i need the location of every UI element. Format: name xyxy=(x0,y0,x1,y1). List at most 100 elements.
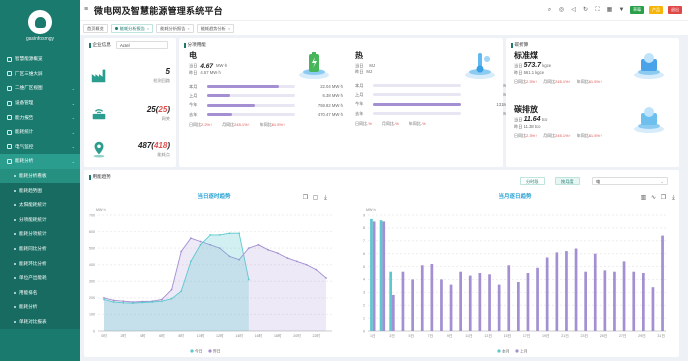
data-point[interactable] xyxy=(238,232,241,235)
legend-swatch[interactable] xyxy=(515,349,519,353)
legend-swatch[interactable] xyxy=(497,349,501,353)
data-point[interactable] xyxy=(325,277,327,279)
data-point[interactable] xyxy=(170,288,173,291)
data-point[interactable] xyxy=(112,299,115,302)
bar-上月[interactable] xyxy=(440,279,443,331)
enterprise-select[interactable]: Acrel xyxy=(116,41,168,49)
tab-3[interactable]: 能耗趋势分析 × xyxy=(196,23,235,33)
data-point[interactable] xyxy=(112,301,115,303)
bar-本月[interactable] xyxy=(389,271,392,331)
data-point[interactable] xyxy=(180,250,183,253)
sidebar-subitem[interactable]: 能耗分析 xyxy=(0,300,80,315)
data-point[interactable] xyxy=(132,302,134,305)
data-point[interactable] xyxy=(161,300,163,303)
data-point[interactable] xyxy=(103,298,105,301)
legend-swatch[interactable] xyxy=(190,349,194,353)
data-point[interactable] xyxy=(315,268,318,271)
sidebar-subitem[interactable]: 能耗分项统计 xyxy=(0,227,80,242)
fullscreen-icon[interactable]: ⛶ xyxy=(594,7,601,14)
search-icon[interactable]: ⌕ xyxy=(546,7,553,14)
refresh-icon[interactable]: ↻ xyxy=(582,7,589,14)
bar-上月[interactable] xyxy=(661,235,664,331)
sidebar-subitem[interactable]: 单耗对比报表 xyxy=(0,314,80,330)
data-point[interactable] xyxy=(267,248,269,251)
bar-上月[interactable] xyxy=(584,271,587,331)
data-point[interactable] xyxy=(257,243,260,246)
data-point[interactable] xyxy=(199,240,202,243)
sidebar-item[interactable]: 能耗统计 ⌄ xyxy=(0,125,80,140)
sidebar-item[interactable]: 智慧能源概览 xyxy=(0,52,80,67)
data-point[interactable] xyxy=(286,257,289,259)
bar-上月[interactable] xyxy=(565,251,568,331)
bar-上月[interactable] xyxy=(449,284,453,331)
bar-上月[interactable] xyxy=(392,294,395,331)
bar-上月[interactable] xyxy=(372,221,376,331)
bar-上月[interactable] xyxy=(632,271,636,331)
tab-1[interactable]: 能耗分析报告 × xyxy=(110,23,154,33)
data-point[interactable] xyxy=(276,252,279,255)
energy-type-select[interactable]: 电 ⌄ xyxy=(592,177,668,185)
data-point[interactable] xyxy=(122,300,125,303)
bar-上月[interactable] xyxy=(593,253,597,331)
sidebar-subitem[interactable]: 能耗环比分析 xyxy=(0,256,80,271)
data-point[interactable] xyxy=(305,263,308,266)
data-point[interactable] xyxy=(122,301,125,304)
bar-上月[interactable] xyxy=(478,273,482,331)
data-point[interactable] xyxy=(180,290,183,293)
data-point[interactable] xyxy=(218,233,221,236)
legend-label[interactable]: 上月 xyxy=(520,348,528,353)
data-point[interactable] xyxy=(247,247,250,250)
sidebar-subitem[interactable]: 能耗趋势图 xyxy=(0,183,80,198)
data-point[interactable] xyxy=(199,243,202,246)
bar-本月[interactable] xyxy=(370,218,373,331)
bar-上月[interactable] xyxy=(420,265,424,331)
bar-上月[interactable] xyxy=(642,273,645,331)
green-button[interactable]: 草莓 xyxy=(630,6,644,14)
bar-上月[interactable] xyxy=(468,275,472,331)
data-point[interactable] xyxy=(209,233,212,236)
bar-上月[interactable] xyxy=(622,261,626,331)
sidebar-item[interactable]: 能耗分析 ⌄ xyxy=(0,154,80,169)
logout-button[interactable]: 退出 xyxy=(668,6,682,14)
bar-本月[interactable] xyxy=(379,220,383,331)
bar-上月[interactable] xyxy=(488,274,491,331)
data-point[interactable] xyxy=(228,232,231,235)
tab-0[interactable]: 首页概览 xyxy=(83,23,108,33)
bar-上月[interactable] xyxy=(526,273,530,331)
sidebar-subitem[interactable]: 太阳能耗统计 xyxy=(0,197,80,213)
sidebar-subitem[interactable]: 用能排名 xyxy=(0,285,80,301)
sidebar-subitem[interactable]: 单位产出能耗 xyxy=(0,270,80,286)
bar-上月[interactable] xyxy=(459,271,462,331)
bar-上月[interactable] xyxy=(613,271,616,331)
data-point[interactable] xyxy=(151,301,154,303)
sidebar-item[interactable]: 电气监控 ⌄ xyxy=(0,140,80,155)
data-point[interactable] xyxy=(161,298,163,301)
bar-上月[interactable] xyxy=(411,279,414,331)
sidebar-item[interactable]: 设备管理 ⌄ xyxy=(0,96,80,111)
grid-icon[interactable]: ▦ xyxy=(606,7,613,14)
close-icon[interactable]: × xyxy=(228,24,230,33)
bar-上月[interactable] xyxy=(382,221,386,331)
bar-上月[interactable] xyxy=(536,267,539,331)
data-point[interactable] xyxy=(296,260,298,263)
orange-button[interactable]: 产品 xyxy=(649,6,663,14)
data-point[interactable] xyxy=(247,278,250,281)
bar-上月[interactable] xyxy=(574,248,578,332)
bar-上月[interactable] xyxy=(555,252,559,331)
sidebar-item[interactable]: 二维厂区视图 ⌄ xyxy=(0,81,80,96)
bar-上月[interactable] xyxy=(603,270,607,331)
target-icon[interactable]: ◎ xyxy=(558,7,565,14)
data-point[interactable] xyxy=(189,237,192,240)
data-point[interactable] xyxy=(170,297,173,300)
data-point[interactable] xyxy=(141,301,144,304)
bar-上月[interactable] xyxy=(545,257,549,332)
bar-上月[interactable] xyxy=(507,265,511,331)
sidebar-subitem[interactable]: 分项能耗统计 xyxy=(0,212,80,228)
legend-label[interactable]: 昨日 xyxy=(213,348,221,353)
sidebar-subitem[interactable]: 能耗分析看板 xyxy=(0,168,80,184)
close-icon[interactable]: × xyxy=(187,24,189,33)
close-icon[interactable]: × xyxy=(147,24,149,33)
sidebar-item[interactable]: 厂区三维大屏 xyxy=(0,67,80,82)
data-point[interactable] xyxy=(189,260,192,263)
bar-上月[interactable] xyxy=(651,287,655,331)
